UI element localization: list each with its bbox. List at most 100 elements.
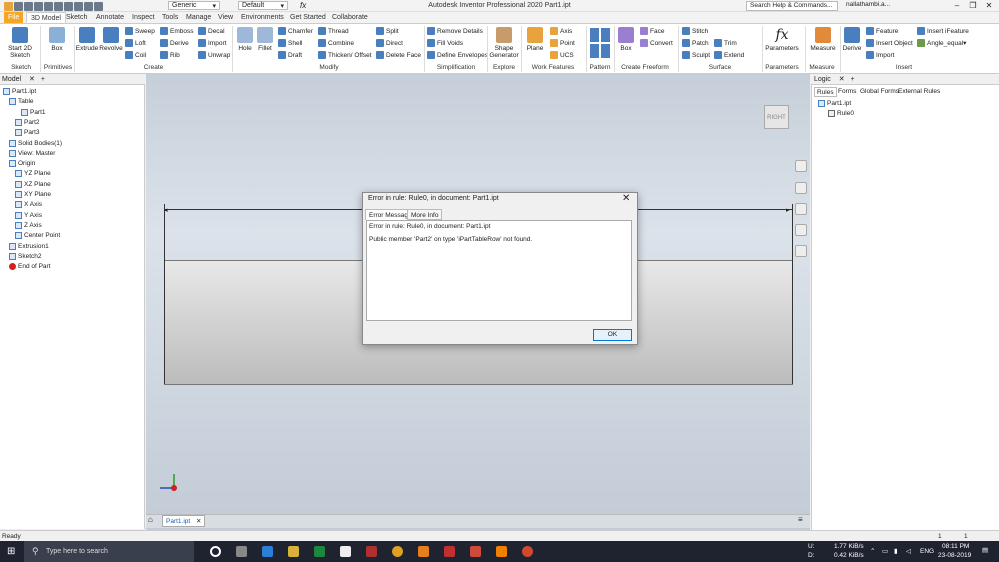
app-menu-icon[interactable] (4, 1, 13, 11)
freeform-convert-button[interactable]: Convert (640, 39, 673, 47)
derive-button[interactable]: Derive (160, 39, 189, 47)
mail-icon[interactable] (340, 546, 351, 557)
fill-voids-button[interactable]: Fill Voids (427, 39, 463, 47)
split-button[interactable]: Split (376, 27, 399, 35)
tree-item[interactable]: XZ Plane (15, 180, 51, 188)
app-icon[interactable] (366, 546, 377, 557)
tab-get-started[interactable]: Get Started (286, 12, 330, 23)
tree-item[interactable]: Part3 (15, 129, 40, 137)
close-icon[interactable]: ✕ (29, 76, 35, 83)
app-d-icon[interactable] (470, 546, 481, 557)
fx-icon[interactable]: fx (300, 1, 306, 10)
tree-item[interactable]: Part2 (15, 118, 40, 126)
redo-icon[interactable] (54, 1, 63, 11)
tree-item[interactable]: Center Point (15, 232, 60, 240)
pattern-tools[interactable] (590, 28, 610, 58)
combine-button[interactable]: Combine (318, 39, 354, 47)
ok-button[interactable]: OK (593, 329, 632, 341)
cortana-icon[interactable] (210, 546, 221, 557)
start-sketch-button[interactable]: Start 2D Sketch (4, 27, 36, 59)
close-icon[interactable]: ✕ (982, 0, 996, 12)
acrobat-icon[interactable] (444, 546, 455, 557)
restore-icon[interactable]: ❐ (966, 0, 980, 12)
ucs-button[interactable]: UCS (550, 51, 574, 59)
menu-icon[interactable]: ≡ (798, 515, 803, 524)
tree-item[interactable]: YZ Plane (15, 170, 51, 178)
tab-rules[interactable]: Rules (814, 87, 837, 97)
language-indicator[interactable]: ENG (920, 548, 934, 555)
undo-icon[interactable] (44, 1, 53, 11)
tab-more-info[interactable]: More Info (407, 209, 443, 220)
tree-item[interactable]: Origin (9, 160, 35, 168)
tree-item[interactable]: Y Axis (15, 211, 42, 219)
help-search-input[interactable]: Search Help & Commands... (746, 1, 838, 11)
extrude-button[interactable]: Extrude (76, 27, 98, 52)
freeform-face-button[interactable]: Face (640, 27, 664, 35)
chrome-icon[interactable] (392, 546, 403, 557)
orbit-icon[interactable] (795, 224, 807, 236)
tab-manage[interactable]: Manage (182, 12, 215, 23)
close-icon[interactable]: ✕ (622, 193, 630, 204)
tab-environments[interactable]: Environments (237, 12, 288, 23)
minimize-icon[interactable]: – (950, 0, 964, 12)
document-tab[interactable]: Part1.ipt ✕ (162, 515, 206, 527)
add-icon[interactable]: + (41, 76, 45, 83)
tree-item[interactable]: Solid Bodies(1) (9, 139, 62, 147)
stitch-button[interactable]: Stitch (682, 27, 708, 35)
thread-button[interactable]: Thread (318, 27, 349, 35)
rectangular-pattern-icon[interactable] (590, 28, 599, 42)
save-icon[interactable] (34, 1, 43, 11)
tab-file[interactable]: File (4, 12, 24, 23)
print-icon[interactable] (94, 1, 103, 11)
tab-forms[interactable]: Forms (836, 87, 858, 97)
viewcube[interactable]: RIGHT (764, 105, 789, 129)
sculpt-button[interactable]: Sculpt (682, 51, 710, 59)
define-envelopes-button[interactable]: Define Envelopes (427, 51, 488, 59)
appearance-dropdown[interactable]: Default ▾ (238, 1, 288, 10)
coil-button[interactable]: Coil (125, 51, 146, 59)
ilogic-tree-rule[interactable]: Rule0 (828, 110, 854, 117)
tree-item[interactable]: X Axis (15, 201, 42, 209)
direct-button[interactable]: Direct (376, 39, 403, 47)
tab-view[interactable]: View (214, 12, 237, 23)
delete-face-button[interactable]: Delete Face (376, 51, 421, 59)
axis-button[interactable]: Axis (550, 27, 572, 35)
home-icon[interactable]: ⌂ (148, 515, 153, 524)
tab-annotate[interactable]: Annotate (92, 12, 128, 23)
thicken-offset-button[interactable]: Thicken/ Offset (318, 51, 372, 59)
tab-collaborate[interactable]: Collaborate (328, 12, 372, 23)
pan-icon[interactable] (795, 182, 807, 194)
insert-import-button[interactable]: Import (866, 51, 894, 59)
sweep-button[interactable]: Sweep (125, 27, 155, 35)
network-icon[interactable]: ▭ (882, 547, 888, 555)
update-icon[interactable] (84, 1, 93, 11)
vlc-icon[interactable] (496, 546, 507, 557)
zoom-icon[interactable] (795, 203, 807, 215)
draft-button[interactable]: Draft (278, 51, 302, 59)
powerpoint-icon[interactable] (522, 546, 533, 557)
parameters-button[interactable]: fx Parameters (764, 27, 800, 52)
clock-time[interactable]: 08:11 PM (942, 543, 969, 550)
box-button[interactable]: Box (46, 27, 68, 52)
close-icon[interactable]: ✕ (196, 518, 201, 525)
tab-tools[interactable]: Tools (158, 12, 182, 23)
open-icon[interactable] (24, 1, 33, 11)
shape-generator-button[interactable]: Shape Generator (489, 27, 519, 59)
tab-global-forms[interactable]: Global Forms (858, 87, 901, 97)
steering-wheel-icon[interactable] (795, 160, 807, 172)
extend-button[interactable]: Extend (714, 51, 744, 59)
store-icon[interactable] (314, 546, 325, 557)
feature-button[interactable]: Feature (866, 27, 898, 35)
tree-item[interactable]: Table (9, 98, 34, 106)
tree-item[interactable]: End of Part (9, 263, 51, 271)
taskbar-search-input[interactable]: Type here to search (24, 541, 194, 562)
tray-chevron-icon[interactable]: ⌃ (870, 547, 875, 555)
import-button[interactable]: Import (198, 39, 226, 47)
sketch-pattern-icon[interactable] (601, 44, 610, 58)
tree-item[interactable]: XY Plane (15, 191, 51, 198)
trim-button[interactable]: Trim (714, 39, 737, 47)
revolve-button[interactable]: Revolve (99, 27, 123, 52)
point-button[interactable]: Point (550, 39, 575, 47)
tab-inspect[interactable]: Inspect (128, 12, 159, 23)
edge-icon[interactable] (262, 546, 273, 557)
